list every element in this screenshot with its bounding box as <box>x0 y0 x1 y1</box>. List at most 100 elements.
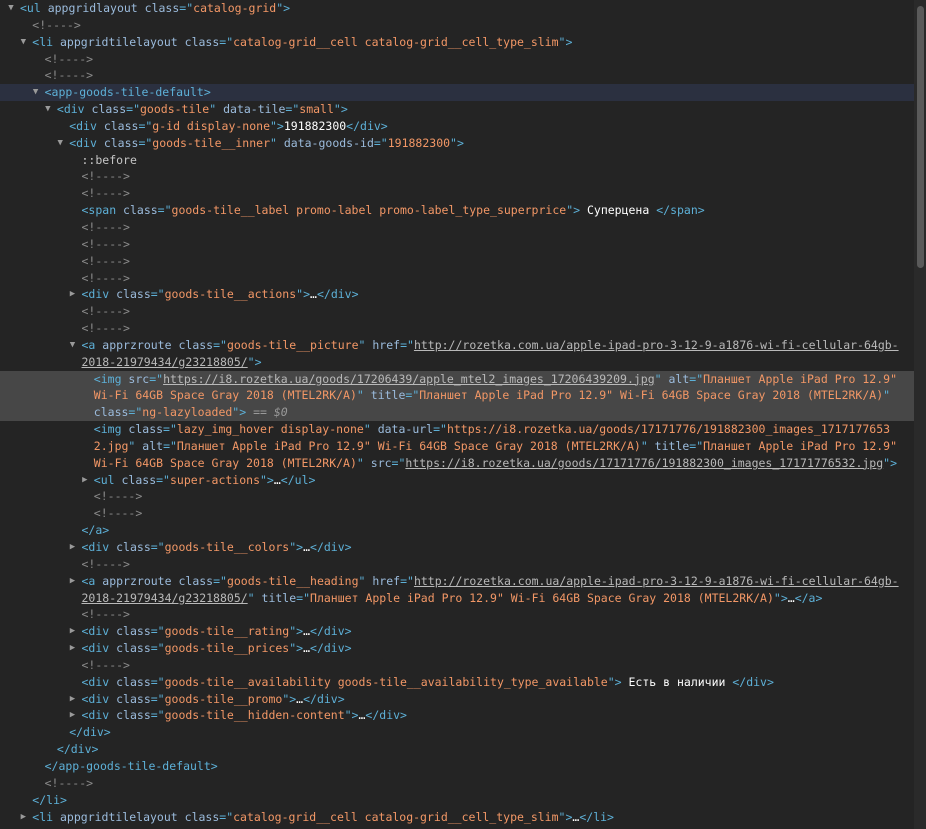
dom-node-row[interactable]: <!----> <box>0 219 914 236</box>
tag-token: =" <box>219 809 234 824</box>
tag-token: </div> <box>365 708 407 723</box>
attribute-name: class <box>178 573 214 588</box>
dom-node-row[interactable]: <img src="https://i8.rozetka.ua/goods/17… <box>0 370 914 422</box>
dom-node-row[interactable]: ▼ <ul appgridlayout class="catalog-grid"> <box>0 0 914 17</box>
attribute-value: catalog-grid__cell catalog-grid__cell_ty… <box>233 809 559 824</box>
attribute-value: g-id display-none <box>152 118 270 133</box>
comment-node: <!----> <box>81 236 130 251</box>
dom-node-row[interactable]: <!----> <box>0 51 914 68</box>
tag-token: =" <box>150 674 165 689</box>
expand-triangle-icon[interactable]: ▼ <box>18 34 28 51</box>
dom-node-row[interactable]: </div> <box>0 741 914 758</box>
dom-node-row[interactable]: </a> <box>0 522 914 539</box>
collapse-triangle-icon[interactable]: ▶ <box>68 707 78 724</box>
tag-token: =" <box>150 641 165 656</box>
dom-node-row[interactable]: <!----> <box>0 320 914 337</box>
pseudo-element: ::before <box>81 152 137 167</box>
tag-token: " <box>356 388 371 403</box>
dom-node-row[interactable]: <!----> <box>0 185 914 202</box>
collapse-triangle-icon[interactable]: ▶ <box>68 573 78 590</box>
dom-node-row[interactable]: ▶ <div class="goods-tile__actions">…</div… <box>0 286 914 303</box>
expand-triangle-icon[interactable]: ▼ <box>31 84 41 101</box>
collapse-triangle-icon[interactable]: ▶ <box>68 623 78 640</box>
dom-node-row[interactable]: <!----> <box>0 556 914 573</box>
dom-node-row[interactable]: ▼ <li appgridtilelayout class="catalog-gr… <box>0 34 914 51</box>
dom-node-row[interactable]: <!----> <box>0 606 914 623</box>
tag-token: <div <box>81 691 117 706</box>
attribute-value: goods-tile__promo <box>164 691 283 706</box>
tag-token: =" <box>138 135 153 150</box>
attribute-value: lazy_img_hover display-none <box>176 422 364 437</box>
collapse-triangle-icon[interactable]: ▶ <box>68 539 78 556</box>
dom-node-row[interactable]: <!----> <box>0 270 914 287</box>
dom-node-row[interactable]: <!----> <box>0 775 914 792</box>
collapse-triangle-icon[interactable]: ▶ <box>68 640 78 657</box>
collapse-triangle-icon[interactable]: ▶ <box>80 472 90 489</box>
attribute-value: small <box>299 102 334 117</box>
expand-triangle-icon[interactable]: ▼ <box>68 337 78 354</box>
attribute-link[interactable]: https://i8.rozetka.ua/goods/17171776/191… <box>405 456 883 470</box>
dom-node-row[interactable]: <!----> <box>0 253 914 270</box>
tag-token: =" <box>405 388 420 403</box>
text-node: … <box>303 624 311 639</box>
collapse-triangle-icon[interactable]: ▶ <box>68 286 78 303</box>
dom-node-row[interactable]: ▶ <div class="goods-tile__rating">…</div> <box>0 623 914 640</box>
attribute-name: apprzroute <box>102 337 172 352</box>
dom-node-row[interactable]: <!----> <box>0 303 914 320</box>
tag-token: =" <box>689 438 704 453</box>
scrollbar-thumb[interactable] <box>917 6 924 268</box>
attribute-value: goods-tile__actions <box>164 287 297 302</box>
expand-triangle-icon[interactable]: ▼ <box>55 135 65 152</box>
dom-node-row[interactable]: ▶ <div class="goods-tile__hidden-content"… <box>0 707 914 724</box>
dom-node-row[interactable]: <!----> <box>0 17 914 34</box>
dom-node-row[interactable]: <!----> <box>0 67 914 84</box>
attribute-name: href <box>372 573 401 588</box>
tag-token: " <box>209 102 224 117</box>
dom-node-row[interactable]: <!----> <box>0 505 914 522</box>
dom-node-row[interactable]: <img class="lazy_img_hover display-none"… <box>0 421 914 472</box>
attribute-name: class <box>116 641 151 656</box>
dom-node-row[interactable]: ▶ <div class="goods-tile__colors">…</div> <box>0 539 914 556</box>
dom-node-row[interactable]: </li> <box>0 792 914 809</box>
dom-node-row[interactable]: ▶ <a apprzroute class="goods-tile__headin… <box>0 573 914 607</box>
attribute-name: appgridlayout <box>47 1 138 15</box>
expand-triangle-icon[interactable]: ▼ <box>43 101 53 118</box>
tag-token: "> <box>282 691 297 706</box>
attribute-name: appgridtilelayout <box>60 34 178 49</box>
dom-node-row[interactable]: <div class="g-id display-none">191882300… <box>0 118 914 135</box>
attribute-value: Планшет Apple iPad Pro 12.9" Wi-Fi 64GB … <box>176 438 641 453</box>
expand-triangle-icon[interactable]: ▼ <box>6 0 16 17</box>
dom-node-row[interactable]: </app-goods-tile-default> <box>0 758 914 775</box>
dom-node-row[interactable]: </div> <box>0 724 914 741</box>
dom-node-row[interactable]: ▶ <div class="goods-tile__promo">…</div> <box>0 691 914 708</box>
vertical-scrollbar[interactable] <box>914 0 926 829</box>
tag-token: =" <box>400 573 414 588</box>
tag-token: =" <box>213 337 227 352</box>
collapse-triangle-icon[interactable]: ▶ <box>68 691 78 708</box>
tag-token: <span <box>81 203 124 218</box>
dom-node-row[interactable]: ▼ <a apprzroute class="goods-tile__pictur… <box>0 337 914 371</box>
dom-node-row[interactable]: <!----> <box>0 657 914 674</box>
dom-node-row[interactable]: <div class="goods-tile__availability goo… <box>0 674 914 691</box>
dom-node-row[interactable]: ▼ <div class="goods-tile__inner" data-goo… <box>0 135 914 152</box>
attribute-name: class <box>116 674 151 689</box>
dom-node-row[interactable]: <!----> <box>0 488 914 505</box>
dom-node-row[interactable]: <!----> <box>0 168 914 185</box>
dom-node-row[interactable]: ▶ <ul class="super-actions">…</ul> <box>0 472 914 489</box>
dom-node-row[interactable]: <!----> <box>0 236 914 253</box>
collapse-triangle-icon[interactable]: ▶ <box>18 809 28 826</box>
attribute-name: class <box>93 405 129 420</box>
dom-node-row[interactable]: ▶ <li appgridtilelayout class="catalog-gr… <box>0 809 914 826</box>
attribute-value: ng-lazyloaded <box>142 405 233 420</box>
tag-token: "> <box>276 1 291 15</box>
dom-node-row[interactable]: ▶ <div class="goods-tile__prices">…</div> <box>0 640 914 657</box>
dom-node-row[interactable]: ▼ <app-goods-tile-default> <box>0 84 914 102</box>
dom-node-row[interactable]: <span class="goods-tile__label promo-lab… <box>0 202 914 219</box>
text-node: … <box>273 472 281 487</box>
comment-node: <!----> <box>93 506 143 521</box>
attribute-link[interactable]: https://i8.rozetka.ua/goods/17206439/app… <box>163 372 655 386</box>
dom-node-row[interactable]: ▼ <div class="goods-tile" data-tile="smal… <box>0 101 914 118</box>
dom-node-row[interactable]: ::before <box>0 152 914 169</box>
tag-token: " <box>270 135 284 150</box>
tag-token: </a> <box>794 590 823 605</box>
